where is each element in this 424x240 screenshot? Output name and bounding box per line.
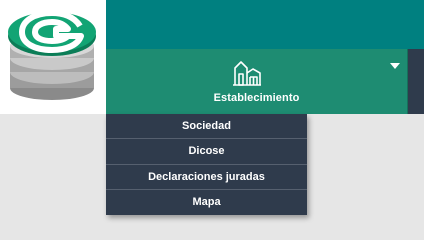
building-icon [233,61,261,86]
menu-item-sociedad[interactable]: Sociedad [106,114,307,140]
nav-item-establecimiento[interactable]: Establecimiento [106,49,408,114]
dropdown-menu: Sociedad Dicose Declaraciones juradas Ma… [106,114,307,215]
menu-item-mapa[interactable]: Mapa [106,190,307,215]
nav-item-label: Establecimiento [213,92,300,104]
coin-stack-logo-icon [8,10,96,100]
menu-item-declaraciones-juradas[interactable]: Declaraciones juradas [106,165,307,190]
app-logo[interactable] [0,0,106,114]
menu-item-dicose[interactable]: Dicose [106,139,307,165]
nav-item-next[interactable] [408,49,424,114]
caret-down-icon[interactable] [390,63,400,69]
